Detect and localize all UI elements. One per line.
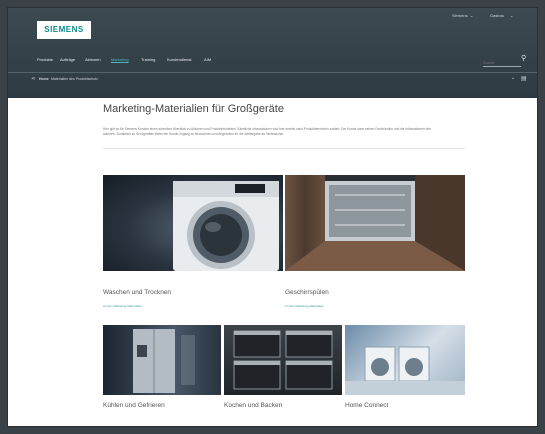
chevron-down-icon[interactable]: ⌄ <box>470 13 473 18</box>
home-connect-image[interactable] <box>345 325 465 395</box>
chevron-down-icon[interactable]: ⌄ <box>511 75 515 81</box>
search-input[interactable] <box>483 58 521 67</box>
nav-kundendienst[interactable]: Kundendienst <box>167 57 191 62</box>
card-link-geschirr[interactable]: Zu den Marketing-Materialien <box>285 304 324 308</box>
nav-auftraege[interactable]: Aufträge <box>60 57 75 62</box>
breadcrumb: ⋖ Home Materialien des Produktschutz ⌄ ▤ <box>8 72 537 87</box>
dishwasher-image[interactable] <box>285 175 465 271</box>
chevron-down-icon[interactable]: ⌄ <box>510 13 513 18</box>
siemens-logo[interactable]: SIEMENS <box>37 21 91 39</box>
breadcrumb-home[interactable]: Home <box>39 77 49 81</box>
nav-marketing[interactable]: Marketing <box>111 57 129 62</box>
card-title-home-connect[interactable]: Home Connect <box>345 402 388 409</box>
nav-produkte[interactable]: Produkte <box>37 57 53 62</box>
nav-aim[interactable]: AIM <box>204 57 211 62</box>
divider <box>103 148 465 149</box>
browser-page: SIEMENS Siemens ⌄ Gastros ⌄ Produkte Auf… <box>8 8 537 426</box>
page-title: Marketing-Materialien für Großgeräte <box>103 103 284 115</box>
nav-training[interactable]: Training <box>141 57 155 62</box>
intro-text: Hier gibt es für Siemens Kunden einen sc… <box>103 127 431 136</box>
card-title-geschirr[interactable]: Geschirrspülen <box>285 289 329 296</box>
nav-aktionen[interactable]: Aktionen <box>85 57 101 62</box>
lang-siemens-link[interactable]: Siemens <box>452 13 468 18</box>
fridge-image[interactable] <box>103 325 221 395</box>
washer-image[interactable] <box>103 175 283 271</box>
oven-image[interactable] <box>224 325 342 395</box>
search-icon[interactable]: ⚲ <box>521 54 526 62</box>
lang-gastros-link[interactable]: Gastros <box>490 13 504 18</box>
site-header: SIEMENS Siemens ⌄ Gastros ⌄ Produkte Auf… <box>8 8 537 98</box>
share-icon[interactable]: ⋖ <box>31 76 35 82</box>
card-title-kochen[interactable]: Kochen und Backen <box>224 402 282 409</box>
cart-icon[interactable]: ▤ <box>521 75 527 82</box>
card-link-waschen[interactable]: Zu den Marketing-Materialien <box>103 304 142 308</box>
breadcrumb-current: Materialien des Produktschutz <box>51 77 98 81</box>
card-title-waschen[interactable]: Waschen und Trocknen <box>103 289 171 296</box>
card-title-kuehlen[interactable]: Kühlen und Gefrieren <box>103 402 165 409</box>
